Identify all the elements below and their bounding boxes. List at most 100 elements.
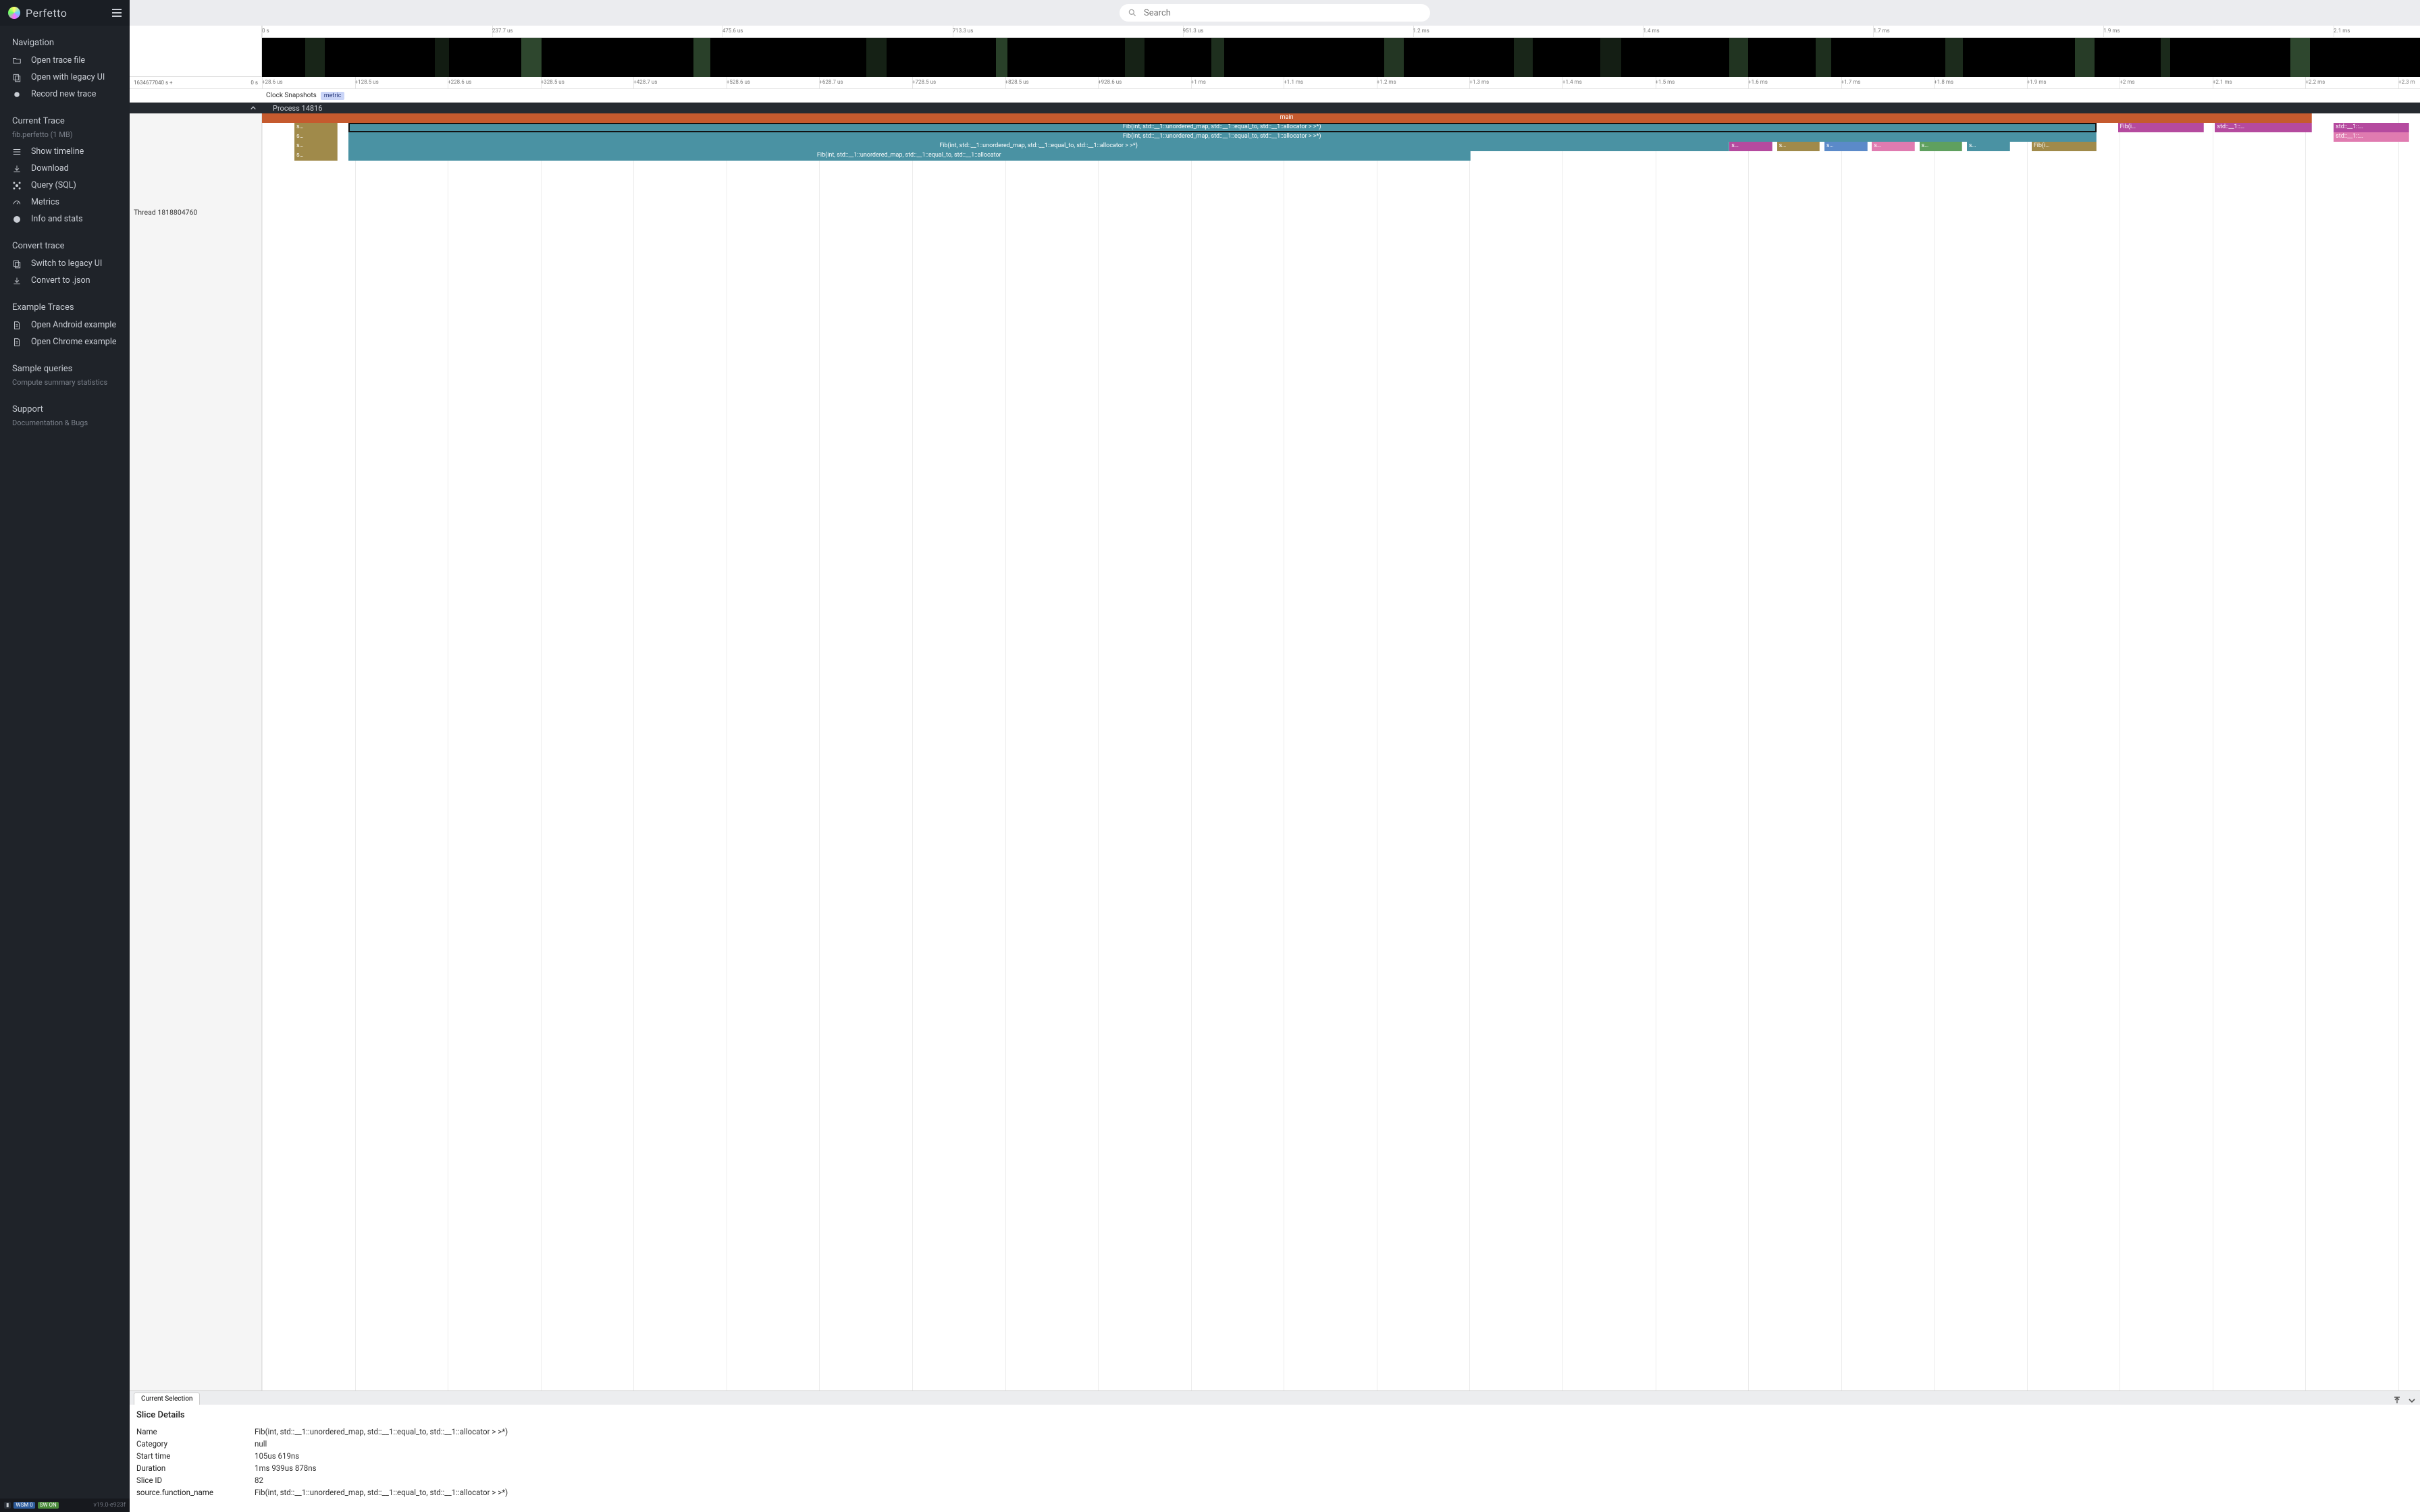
section-title: Example Traces bbox=[0, 297, 130, 317]
upload-icon[interactable] bbox=[2393, 1397, 2401, 1405]
slice[interactable]: Fib(i… bbox=[2032, 142, 2097, 151]
section-sub: Compute summary statistics bbox=[0, 378, 130, 391]
slice-s[interactable]: s… bbox=[294, 123, 338, 132]
flame-graph[interactable]: Thread 1818804760 mains…Fib(int, std::__… bbox=[130, 113, 2420, 1390]
sidebar: Perfetto Navigation Open trace file Open… bbox=[0, 0, 130, 1512]
sidebar-item-label: Query (SQL) bbox=[31, 180, 76, 190]
clock-label: Clock Snapshots bbox=[266, 92, 317, 99]
slice[interactable]: Fib(int, std::__1::unordered_map, std::_… bbox=[348, 132, 2097, 142]
slice[interactable]: s… bbox=[1872, 142, 1915, 151]
detail-row: Duration 1ms 939us 878ns bbox=[136, 1462, 2413, 1474]
slice[interactable]: s… bbox=[1824, 142, 1868, 151]
sidebar-item-label: Show timeline bbox=[31, 146, 84, 157]
slice[interactable]: s… bbox=[1777, 142, 1820, 151]
wsm-badge[interactable]: WSM 0 bbox=[14, 1502, 34, 1509]
search-box[interactable] bbox=[1120, 4, 1430, 22]
section-sub: Documentation & Bugs bbox=[0, 418, 130, 431]
overview-timeline[interactable]: 0 s237.7 us475.6 us713.3 us951.3 us1.2 m… bbox=[130, 26, 2420, 77]
bar-chart-icon[interactable]: ▮ bbox=[4, 1502, 11, 1509]
chevron-down-icon[interactable] bbox=[2408, 1397, 2416, 1405]
tab-current-selection[interactable]: Current Selection bbox=[134, 1393, 200, 1405]
section-title: Current Trace bbox=[0, 111, 130, 130]
time-ruler[interactable]: 1634677040 s + 0 s +28.6 us+128.5 us+228… bbox=[130, 77, 2420, 89]
sidebar-item-label: Open trace file bbox=[31, 55, 85, 65]
detail-key: Category bbox=[136, 1439, 255, 1449]
info-icon: i bbox=[12, 215, 22, 224]
folder-icon bbox=[12, 56, 22, 65]
sidebar-item-1-1[interactable]: Download bbox=[0, 160, 130, 177]
topbar bbox=[130, 0, 2420, 26]
doc-icon bbox=[12, 338, 22, 347]
sidebar-header: Perfetto bbox=[0, 0, 130, 26]
hamburger-icon[interactable] bbox=[112, 9, 122, 17]
copy-icon bbox=[12, 259, 22, 269]
search-input[interactable] bbox=[1144, 8, 1422, 18]
slice[interactable]: s… bbox=[1729, 142, 1772, 151]
detail-row: Name Fib(int, std::__1::unordered_map, s… bbox=[136, 1426, 2413, 1438]
gauge-icon bbox=[12, 198, 22, 207]
section-title: Navigation bbox=[0, 32, 130, 52]
sidebar-item-label: Info and stats bbox=[31, 214, 83, 224]
sw-badge[interactable]: SW ON bbox=[38, 1502, 59, 1509]
sidebar-item-3-0[interactable]: Open Android example bbox=[0, 317, 130, 333]
sidebar-item-1-0[interactable]: Show timeline bbox=[0, 143, 130, 160]
detail-key: source.function_name bbox=[136, 1488, 255, 1497]
sidebar-item-3-1[interactable]: Open Chrome example bbox=[0, 333, 130, 350]
doc-icon bbox=[12, 321, 22, 330]
sidebar-item-0-2[interactable]: Record new trace bbox=[0, 86, 130, 103]
slice[interactable]: std::__1::… bbox=[2334, 132, 2409, 142]
slice-selected[interactable]: Fib(int, std::__1::unordered_map, std::_… bbox=[348, 123, 2097, 132]
brand[interactable]: Perfetto bbox=[8, 7, 67, 20]
slice[interactable]: Fib(i… bbox=[2118, 123, 2205, 132]
detail-key: Start time bbox=[136, 1451, 255, 1461]
version-label: v19.0-e923f bbox=[94, 1502, 126, 1509]
slice[interactable]: s… bbox=[294, 132, 338, 142]
section-title: Support bbox=[0, 399, 130, 418]
sidebar-item-1-2[interactable]: Query (SQL) bbox=[0, 177, 130, 194]
details-title: Slice Details bbox=[136, 1410, 2413, 1420]
slice[interactable]: s… bbox=[294, 142, 338, 151]
section-sub: fib.perfetto (1 MB) bbox=[0, 130, 130, 143]
search-icon bbox=[1128, 8, 1137, 18]
sidebar-item-label: Open Android example bbox=[31, 320, 116, 330]
sidebar-footer: ▮ WSM 0 SW ON v19.0-e923f bbox=[0, 1498, 130, 1512]
sidebar-item-1-3[interactable]: Metrics bbox=[0, 194, 130, 211]
chevron-up-icon[interactable] bbox=[250, 105, 257, 111]
detail-value: null bbox=[255, 1439, 511, 1449]
detail-row: source.function_name Fib(int, std::__1::… bbox=[136, 1486, 2413, 1498]
sidebar-scroll[interactable]: Navigation Open trace file Open with leg… bbox=[0, 26, 130, 1498]
slice[interactable]: s… bbox=[1967, 142, 2010, 151]
section-title: Sample queries bbox=[0, 358, 130, 378]
sidebar-item-label: Metrics bbox=[31, 197, 59, 207]
process-label: Process 14816 bbox=[262, 104, 2420, 113]
slice-main[interactable]: main bbox=[262, 113, 2312, 123]
slice[interactable]: s… bbox=[294, 151, 338, 161]
download-icon bbox=[12, 276, 22, 286]
slice[interactable]: std::__1::… bbox=[2215, 123, 2312, 132]
clock-snapshots-row[interactable]: Clock Snapshots metric bbox=[130, 89, 2420, 103]
copy-icon bbox=[12, 73, 22, 82]
sidebar-item-label: Switch to legacy UI bbox=[31, 259, 102, 269]
slice[interactable]: Fib(int, std::__1::unordered_map, std::_… bbox=[348, 151, 1471, 161]
detail-value: 105us 619ns bbox=[255, 1451, 511, 1461]
sidebar-item-0-0[interactable]: Open trace file bbox=[0, 52, 130, 69]
slice[interactable]: s… bbox=[1920, 142, 1963, 151]
sidebar-item-2-0[interactable]: Switch to legacy UI bbox=[0, 255, 130, 272]
detail-value: Fib(int, std::__1::unordered_map, std::_… bbox=[255, 1427, 511, 1436]
detail-key: Duration bbox=[136, 1463, 255, 1473]
sidebar-item-label: Open Chrome example bbox=[31, 337, 116, 347]
process-header[interactable]: Process 14816 bbox=[130, 103, 2420, 113]
sidebar-item-1-4[interactable]: i Info and stats bbox=[0, 211, 130, 227]
brand-name: Perfetto bbox=[26, 7, 67, 20]
sidebar-item-0-1[interactable]: Open with legacy UI bbox=[0, 69, 130, 86]
sidebar-item-label: Open with legacy UI bbox=[31, 72, 105, 82]
download-icon bbox=[12, 164, 22, 173]
sidebar-item-label: Download bbox=[31, 163, 69, 173]
ruler-zero: 0 s bbox=[251, 80, 258, 86]
detail-key: Slice ID bbox=[136, 1476, 255, 1485]
sidebar-item-2-1[interactable]: Convert to .json bbox=[0, 272, 130, 289]
slice[interactable]: Fib(int, std::__1::unordered_map, std::_… bbox=[348, 142, 1729, 151]
record-icon bbox=[12, 90, 22, 99]
slice[interactable]: std::__1::… bbox=[2334, 123, 2409, 132]
details-panel: Current Selection Slice Details Name Fib… bbox=[130, 1390, 2420, 1512]
